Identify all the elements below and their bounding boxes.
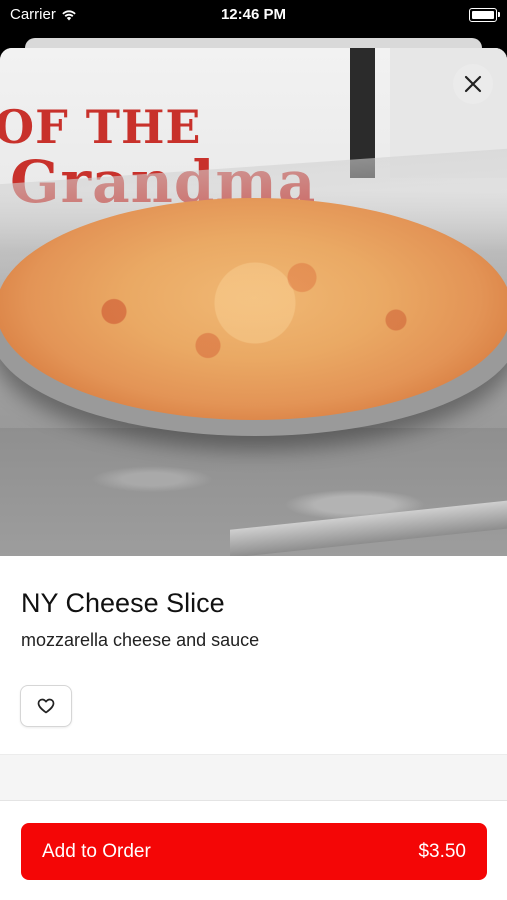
close-icon	[464, 75, 482, 93]
item-title: NY Cheese Slice	[21, 588, 225, 618]
order-footer: Add to Order $3.50	[0, 800, 507, 900]
item-description: mozzarella cheese and sauce	[21, 630, 260, 650]
pizza-photo: OF THE Grandma	[0, 48, 507, 556]
item-details: NY Cheese Slice mozzarella cheese and sa…	[0, 556, 507, 754]
status-bar: Carrier 12:46 PM	[0, 0, 507, 30]
heart-icon	[37, 698, 55, 714]
price-label: $3.50	[418, 840, 466, 862]
close-button[interactable]	[453, 64, 493, 104]
add-to-order-label: Add to Order	[42, 840, 151, 862]
add-to-order-button[interactable]: Add to Order $3.50	[21, 823, 487, 880]
sign-text-line1: OF THE	[0, 100, 202, 154]
battery-icon	[469, 8, 500, 22]
status-time: 12:46 PM	[220, 6, 287, 23]
item-sheet: OF THE Grandma NY Cheese Slice mozzarell…	[0, 48, 507, 900]
favorite-button[interactable]	[20, 685, 72, 727]
section-divider	[0, 754, 507, 801]
